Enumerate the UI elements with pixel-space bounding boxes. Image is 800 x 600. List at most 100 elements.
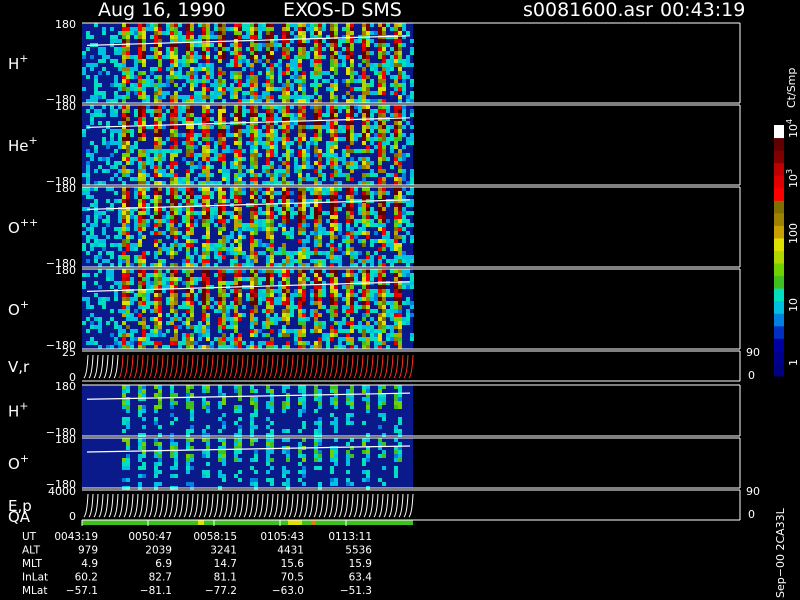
- heat-cell: [254, 91, 258, 95]
- heat-cell: [346, 293, 350, 297]
- heat-cell: [130, 269, 134, 273]
- heat-cell: [158, 405, 162, 409]
- heat-cell: [286, 341, 290, 345]
- heat-cell: [358, 203, 362, 207]
- heat-cell: [258, 31, 262, 35]
- heat-cell: [382, 289, 386, 293]
- heat-cell: [350, 203, 354, 207]
- heat-cell: [378, 207, 382, 211]
- heat-cell: [398, 458, 402, 462]
- heat-cell: [346, 199, 350, 203]
- heat-cell: [298, 442, 302, 446]
- heat-cell: [146, 153, 150, 157]
- heat-cell: [206, 442, 210, 446]
- heat-cell: [170, 113, 174, 117]
- heat-cell: [190, 482, 194, 486]
- heat-cell: [270, 329, 274, 333]
- heat-cell: [150, 161, 154, 165]
- heat-cell: [362, 87, 366, 91]
- heat-cell: [102, 95, 106, 99]
- heat-cell: [370, 329, 374, 333]
- heat-cell: [398, 191, 402, 195]
- heat-cell: [330, 83, 334, 87]
- heat-cell: [246, 169, 250, 173]
- trace-mark: [123, 493, 129, 518]
- heat-cell: [114, 51, 118, 55]
- heat-cell: [390, 47, 394, 51]
- heat-cell: [382, 141, 386, 145]
- heat-cell: [382, 442, 386, 446]
- heat-cell: [106, 259, 110, 263]
- heat-cell: [158, 173, 162, 177]
- heat-cell: [142, 462, 146, 466]
- heat-cell: [222, 27, 226, 31]
- heat-cell: [282, 105, 286, 109]
- heat-cell: [162, 345, 166, 349]
- heat-cell: [218, 215, 222, 219]
- heat-cell: [302, 157, 306, 161]
- heat-cell: [382, 211, 386, 215]
- heat-cell: [98, 269, 102, 273]
- heat-cell: [318, 83, 322, 87]
- heat-cell: [126, 466, 130, 470]
- heat-cell: [170, 191, 174, 195]
- heat-cell: [290, 259, 294, 263]
- heat-cell: [202, 329, 206, 333]
- heat-cell: [398, 55, 402, 59]
- heat-cell: [410, 39, 414, 43]
- heat-cell: [334, 389, 338, 393]
- heat-cell: [270, 199, 274, 203]
- heat-cell: [238, 177, 242, 181]
- heat-cell: [374, 71, 378, 75]
- heat-cell: [214, 35, 218, 39]
- heat-cell: [126, 161, 130, 165]
- heat-cell: [122, 79, 126, 83]
- heat-cell: [110, 35, 114, 39]
- heat-cell: [238, 438, 242, 442]
- heat-cell: [214, 23, 218, 27]
- heat-cell: [238, 63, 242, 67]
- heat-cell: [318, 231, 322, 235]
- heat-cell: [266, 23, 270, 27]
- heat-cell: [294, 113, 298, 117]
- heat-cell: [370, 211, 374, 215]
- heat-cell: [158, 157, 162, 161]
- heat-cell: [170, 157, 174, 161]
- heat-cell: [206, 71, 210, 75]
- heat-cell: [338, 165, 342, 169]
- heat-cell: [302, 211, 306, 215]
- heat-cell: [238, 317, 242, 321]
- heat-cell: [394, 125, 398, 129]
- heat-cell: [82, 191, 86, 195]
- heat-cell: [98, 301, 102, 305]
- heat-cell: [234, 195, 238, 199]
- heat-cell: [402, 109, 406, 113]
- heat-cell: [298, 329, 302, 333]
- trace-mark: [138, 354, 144, 379]
- heat-cell: [182, 301, 186, 305]
- heat-cell: [338, 263, 342, 267]
- heat-cell: [202, 83, 206, 87]
- heat-cell: [218, 35, 222, 39]
- heat-cell: [214, 145, 218, 149]
- heat-cell: [154, 219, 158, 223]
- heat-cell: [126, 199, 130, 203]
- heat-cell: [382, 385, 386, 389]
- heat-cell: [218, 83, 222, 87]
- heat-cell: [86, 149, 90, 153]
- heat-cell: [358, 75, 362, 79]
- heat-cell: [206, 269, 210, 273]
- heat-cell: [262, 223, 266, 227]
- heat-cell: [182, 181, 186, 185]
- heat-cell: [298, 269, 302, 273]
- heat-cell: [206, 211, 210, 215]
- heat-cell: [358, 211, 362, 215]
- colorbar-tick: 100: [787, 223, 800, 244]
- heat-cell: [302, 133, 306, 137]
- heat-cell: [202, 47, 206, 51]
- heat-cell: [318, 43, 322, 47]
- heat-cell: [178, 325, 182, 329]
- heat-cell: [402, 239, 406, 243]
- ephemeris-value: 14.7: [214, 558, 237, 570]
- heat-cell: [106, 71, 110, 75]
